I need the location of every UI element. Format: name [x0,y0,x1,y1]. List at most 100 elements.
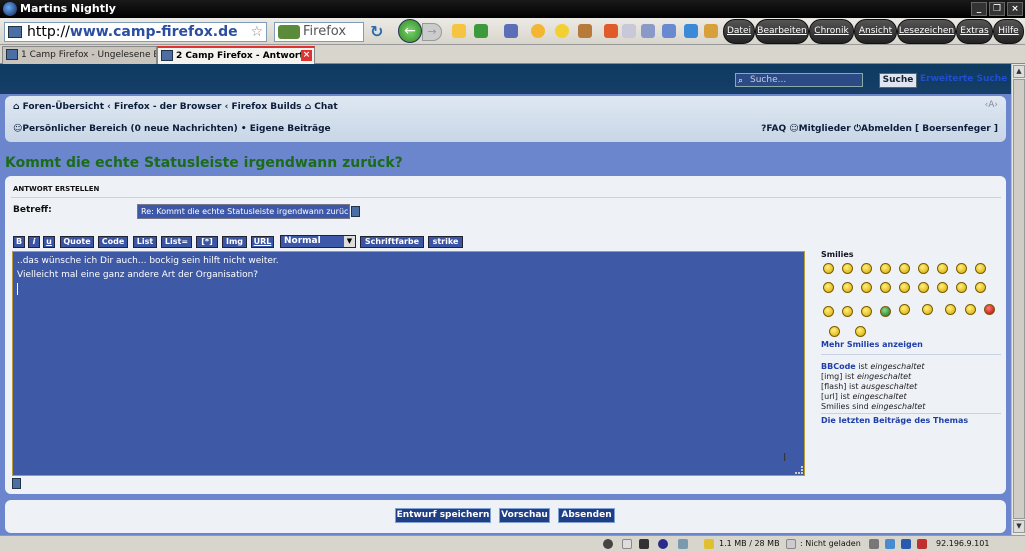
smiley-icon[interactable] [861,282,872,293]
strike-button[interactable]: strike [428,236,463,248]
smiley-icon[interactable] [899,282,910,293]
subject-input[interactable]: Re: Kommt die echte Statusleiste irgendw… [137,204,350,219]
save-draft-button[interactable]: Entwurf speichern [395,508,491,523]
more-smilies-link[interactable]: Mehr Smilies anzeigen [821,340,923,349]
reload-icon[interactable]: ↻ [370,22,383,41]
menu-hilfe[interactable]: Hilfe [993,19,1024,44]
scroll-up-icon[interactable]: ▲ [1013,65,1025,78]
font-color-button[interactable]: Schriftfarbe [360,236,424,248]
submit-button[interactable]: Absenden [558,508,615,523]
magnifier-icon[interactable] [622,24,636,38]
breadcrumb-item[interactable]: Chat [314,102,337,112]
message-textarea[interactable]: ..das wünsche ich Dir auch... bockig sei… [12,251,805,476]
personal-area-link[interactable]: Persönlicher Bereich (0 neue Nachrichten… [22,124,237,134]
page-title[interactable]: Kommt die echte Statusleiste irgendwann … [5,155,403,171]
s-icon[interactable] [639,539,649,549]
emoji-icon[interactable] [555,24,569,38]
menu-chronik[interactable]: Chronik [809,19,854,44]
bold-button[interactable]: B [13,236,25,248]
smiley-icon[interactable] [945,304,956,315]
logout-link[interactable]: Abmelden [ Boersenfeger ] [861,124,998,134]
site-search-button[interactable]: Suche [879,73,917,88]
menu-extras[interactable]: Extras [956,19,993,44]
smiley-icon[interactable] [823,306,834,317]
skype-icon[interactable] [658,539,668,549]
menu-ansicht[interactable]: Ansicht [854,19,897,44]
home-status-icon[interactable] [901,539,911,549]
smiley-icon[interactable] [956,263,967,274]
breadcrumb-item[interactable]: Firefox Builds [231,102,301,112]
smiley-icon[interactable] [880,306,891,317]
bookmark-icon[interactable] [504,24,518,38]
smiley-tool-icon[interactable] [531,24,545,38]
folder-icon[interactable] [704,24,718,38]
smiley-icon[interactable] [842,306,853,317]
breadcrumb-item[interactable]: Foren-Übersicht [23,102,104,112]
smiley-icon[interactable] [880,263,891,274]
smiley-icon[interactable] [880,282,891,293]
smiley-icon[interactable] [842,282,853,293]
minimize-icon[interactable]: _ [971,2,987,16]
search-status-icon[interactable] [869,539,879,549]
underline-button[interactable]: u [43,236,55,248]
own-posts-link[interactable]: Eigene Beiträge [250,124,331,134]
code-button[interactable]: Code [98,236,128,248]
scroll-thumb[interactable] [1013,79,1025,519]
list-button[interactable]: List [133,236,157,248]
smiley-icon[interactable] [899,263,910,274]
page-icon[interactable] [622,539,632,549]
last-posts-link[interactable]: Die letzten Beiträge des Themas [821,416,968,425]
plugin-icon[interactable] [885,539,895,549]
addon-icon[interactable] [474,24,488,38]
restore-icon[interactable]: ❐ [989,2,1005,16]
search-engine-box[interactable]: Firefox [274,22,364,42]
textarea-resize-icon[interactable] [12,478,21,489]
smiley-icon[interactable] [918,282,929,293]
breadcrumb-item[interactable]: Firefox - der Browser [114,102,222,112]
smiley-icon[interactable] [984,304,995,315]
back-button[interactable]: ← [398,19,422,43]
faq-link[interactable]: FAQ [766,124,786,134]
img-button[interactable]: Img [222,236,247,248]
smiley-icon[interactable] [937,282,948,293]
notes-icon[interactable] [452,24,466,38]
quote-button[interactable]: Quote [60,236,94,248]
smiley-icon[interactable] [842,263,853,274]
advanced-search-link[interactable]: Erweiterte Suche [920,74,1007,84]
resize-grip-icon[interactable] [795,466,803,474]
menu-lesezeichen[interactable]: Lesezeichen [897,19,956,44]
firefox-tool-icon[interactable] [604,24,618,38]
status-addon-icon[interactable] [603,539,613,549]
smiley-icon[interactable] [965,304,976,315]
flag-icon[interactable] [917,539,927,549]
smiley-icon[interactable] [823,263,834,274]
smiley-icon[interactable] [922,304,933,315]
smiley-icon[interactable] [899,304,910,315]
list-item-button[interactable]: [*] [196,236,218,248]
close-icon[interactable]: × [1007,2,1023,16]
lightning-icon[interactable] [704,539,714,549]
vertical-scrollbar[interactable]: ▲ ▼ [1011,64,1025,535]
bbcode-link[interactable]: BBCode [821,362,856,371]
connection-icon[interactable] [678,539,688,549]
smiley-icon[interactable] [956,282,967,293]
santa-smiley-icon[interactable] [855,326,866,337]
tab-antwort[interactable]: 2 Camp Firefox - Antwort × [157,46,315,64]
forward-button[interactable]: → [422,23,442,41]
font-size-control[interactable]: ‹A› [985,100,998,110]
tab-ungelesene[interactable]: 1 Camp Firefox - Ungelesene B [2,46,157,64]
members-link[interactable]: Mitglieder [799,124,851,134]
smiley-icon[interactable] [861,263,872,274]
santa-smiley-icon[interactable] [829,326,840,337]
network-icon[interactable] [641,24,655,38]
sync-icon[interactable] [684,24,698,38]
menu-datei[interactable]: Datei [723,19,755,44]
smiley-icon[interactable] [823,282,834,293]
smiley-icon[interactable] [861,306,872,317]
figure-icon[interactable] [578,24,592,38]
url-button[interactable]: URL [251,236,274,248]
window-icon[interactable] [662,24,676,38]
bookmark-star-icon[interactable]: ☆ [250,23,263,41]
smiley-icon[interactable] [937,263,948,274]
preview-button[interactable]: Vorschau [499,508,550,523]
